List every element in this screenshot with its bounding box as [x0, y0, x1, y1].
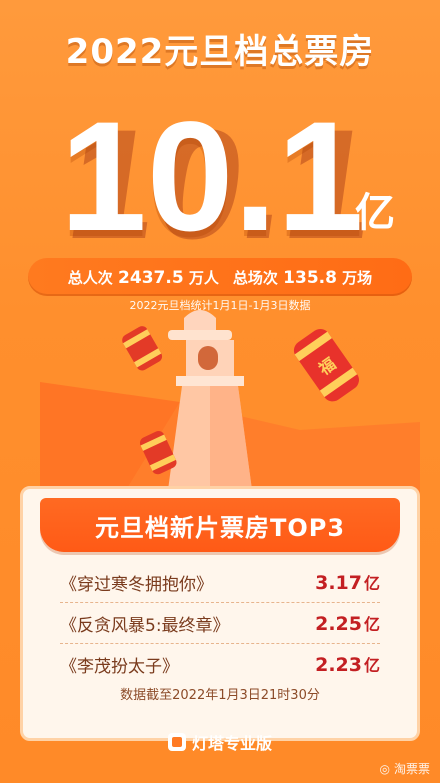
movie-title: 《穿过寒冬拥抱你》 — [60, 574, 213, 595]
movie-box-office-value: 2.23 — [315, 654, 362, 676]
top3-title: 元旦档新片票房TOP3 — [40, 498, 400, 552]
page-title: 2022元旦档总票房 — [65, 32, 375, 72]
watermark: ◎ 淘票票 — [380, 760, 431, 777]
firecracker-icon: 福 — [293, 328, 359, 402]
movie-box-office-unit: 亿 — [363, 615, 380, 634]
data-cutoff-note: 数据截至2022年1月3日21时30分 — [120, 688, 320, 703]
screenings-unit: 万场 — [342, 268, 373, 287]
attendance-stat: 总人次 2437.5 万人 — [68, 267, 219, 288]
firecracker-icon — [122, 326, 163, 371]
weibo-icon: ◎ — [379, 761, 390, 776]
watermark-text: 淘票票 — [393, 762, 430, 776]
movie-box-office-unit: 亿 — [363, 574, 380, 593]
movie-box-office: 3.17 亿 — [315, 570, 380, 594]
movie-box-office: 2.25 亿 — [315, 611, 380, 635]
box-office-number: 10.1 — [60, 90, 364, 264]
list-item: 《穿过寒冬拥抱你》 3.17 亿 — [60, 562, 380, 603]
list-item: 《李茂扮太子》 2.23 亿 — [60, 644, 380, 684]
screenings-label: 总场次 — [232, 268, 278, 287]
stats-pill: 总人次 2437.5 万人 总场次 135.8 万场 — [28, 258, 412, 296]
box-office-unit: 亿 — [355, 190, 395, 236]
screenings-value: 135.8 — [283, 267, 337, 288]
brand: 灯塔专业版 — [0, 730, 440, 754]
attendance-unit: 万人 — [188, 268, 219, 287]
movie-box-office: 2.23 亿 — [315, 652, 380, 676]
attendance-label: 总人次 — [67, 268, 113, 287]
movie-box-office-value: 3.17 — [315, 572, 362, 594]
movie-title: 《反贪风暴5:最终章》 — [60, 615, 230, 636]
attendance-value: 2437.5 — [118, 267, 184, 288]
top3-list: 《穿过寒冬拥抱你》 3.17 亿 《反贪风暴5:最终章》 2.25 亿 《李茂扮太子… — [60, 562, 380, 684]
brand-logo-icon — [167, 733, 186, 751]
brand-name: 灯塔专业版 — [191, 734, 272, 753]
box-office-total: 10.1 10.1 亿 — [0, 78, 440, 272]
movie-box-office-unit: 亿 — [363, 656, 380, 675]
screenings-stat: 总场次 135.8 万场 — [233, 267, 372, 288]
movie-box-office-value: 2.25 — [315, 613, 362, 635]
movie-title: 《李茂扮太子》 — [60, 656, 179, 677]
list-item: 《反贪风暴5:最终章》 2.25 亿 — [60, 603, 380, 644]
